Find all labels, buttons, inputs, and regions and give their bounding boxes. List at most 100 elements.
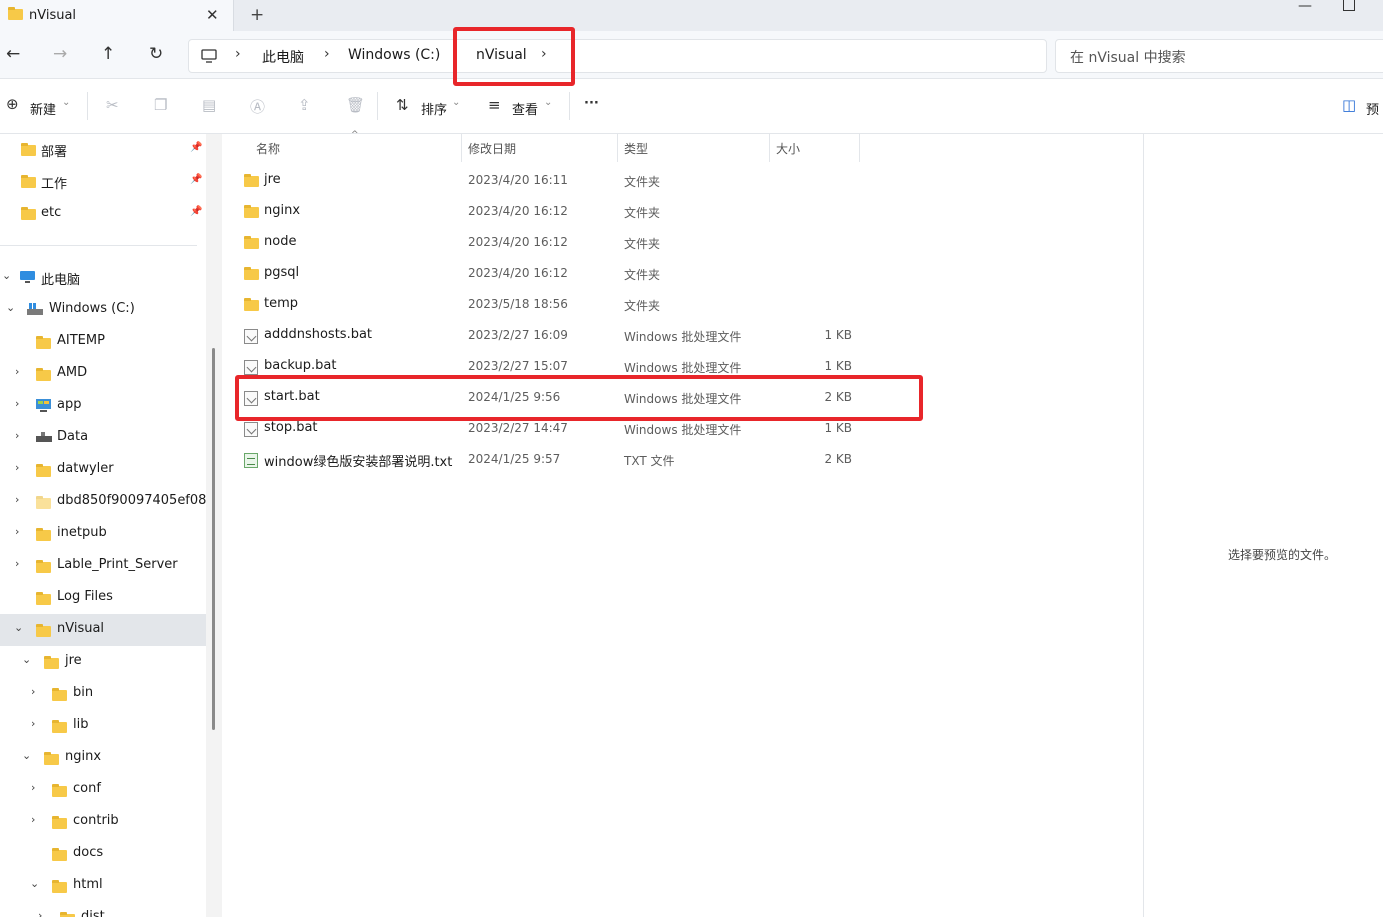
sidebar-item-nvisual[interactable]: ⌄ nVisual	[0, 614, 206, 646]
chevron-right-icon[interactable]: ›	[31, 717, 35, 730]
sidebar-item-inetpub[interactable]: › inetpub	[0, 518, 206, 550]
close-tab-icon[interactable]: ✕	[206, 6, 219, 24]
breadcrumb-separator: ›	[324, 46, 330, 62]
chevron-down-icon[interactable]: ⌄	[22, 653, 31, 666]
table-row[interactable]: stop.bat 2023/2/27 14:47 Windows 批处理文件 1…	[222, 413, 1142, 444]
delete-icon[interactable]: 🗑	[346, 96, 365, 114]
table-row[interactable]: nginx 2023/4/20 16:12 文件夹	[222, 196, 1142, 227]
sidebar-item-aitemp[interactable]: AITEMP	[0, 326, 206, 358]
chevron-right-icon[interactable]: ›	[15, 461, 19, 474]
chevron-down-icon[interactable]: ⌄	[6, 301, 15, 314]
sidebar-item-log-files[interactable]: Log Files	[0, 582, 206, 614]
sidebar-item-gongzuo[interactable]: 工作 📌	[0, 166, 206, 198]
table-row[interactable]: pgsql 2023/4/20 16:12 文件夹	[222, 258, 1142, 289]
address-bar[interactable]: › 此电脑 › Windows (C:) › nVisual ›	[188, 39, 1047, 73]
column-divider[interactable]	[859, 134, 860, 162]
new-tab-button[interactable]: +	[250, 5, 264, 25]
file-size: 1 KB	[824, 421, 852, 435]
navigation-pane: 部署 📌 工作 📌 etc 📌 ⌄ 此电脑 ⌄ Windows (C:) AIT…	[0, 134, 206, 917]
table-row[interactable]: backup.bat 2023/2/27 15:07 Windows 批处理文件…	[222, 351, 1142, 382]
breadcrumb-this-pc[interactable]: 此电脑	[262, 47, 304, 67]
forward-button[interactable]: →	[53, 44, 67, 64]
folder-icon	[21, 143, 36, 156]
sidebar-item-etc[interactable]: etc 📌	[0, 198, 206, 230]
tab-nvisual[interactable]: nVisual ✕	[0, 0, 234, 31]
chevron-right-icon[interactable]: ›	[31, 685, 35, 698]
sidebar-item-bin[interactable]: › bin	[0, 678, 206, 710]
view-button[interactable]: 查看	[512, 99, 538, 118]
breadcrumb-windows-c[interactable]: Windows (C:)	[348, 47, 440, 63]
chevron-right-icon[interactable]: ›	[15, 397, 19, 410]
chevron-right-icon[interactable]: ›	[15, 365, 19, 378]
table-row[interactable]: temp 2023/5/18 18:56 文件夹	[222, 289, 1142, 320]
refresh-button[interactable]: ↻	[149, 44, 163, 64]
table-row[interactable]: start.bat 2024/1/25 9:56 Windows 批处理文件 2…	[222, 382, 1142, 413]
cut-icon[interactable]: ✂	[106, 96, 119, 114]
sidebar-item-bushu[interactable]: 部署 📌	[0, 134, 206, 166]
chevron-down-icon[interactable]: ⌄	[22, 749, 31, 762]
folder-icon	[36, 368, 51, 381]
table-row[interactable]: jre 2023/4/20 16:11 文件夹	[222, 165, 1142, 196]
more-options-button[interactable]: ···	[584, 96, 599, 111]
sidebar-item-label: nVisual	[57, 621, 105, 636]
chevron-right-icon[interactable]: ›	[15, 525, 19, 538]
chevron-right-icon[interactable]: ›	[31, 781, 35, 794]
table-row[interactable]: node 2023/4/20 16:12 文件夹	[222, 227, 1142, 258]
chevron-right-icon[interactable]: ›	[31, 813, 35, 826]
file-modified: 2023/2/27 14:47	[468, 421, 568, 435]
sidebar-item-html[interactable]: ⌄ html	[0, 870, 206, 902]
chevron-right-icon[interactable]: ›	[15, 557, 19, 570]
preview-button[interactable]: 预	[1366, 99, 1379, 118]
sidebar-item-this-pc[interactable]: ⌄ 此电脑	[0, 262, 206, 294]
new-button[interactable]: 新建	[30, 99, 56, 118]
sidebar-item-amd[interactable]: › AMD	[0, 358, 206, 390]
column-name[interactable]: 名称	[256, 140, 280, 157]
chevron-down-icon[interactable]: ⌄	[2, 269, 11, 282]
up-button[interactable]: ↑	[101, 44, 115, 64]
sidebar-item-nginx[interactable]: ⌄ nginx	[0, 742, 206, 774]
column-divider[interactable]	[769, 134, 770, 162]
breadcrumb-nvisual[interactable]: nVisual	[476, 47, 527, 63]
folder-icon	[21, 207, 36, 220]
sidebar-item-label: docs	[73, 845, 104, 860]
column-modified[interactable]: 修改日期	[468, 140, 516, 157]
rename-icon[interactable]: Ⓐ	[250, 96, 265, 117]
sidebar-item-dist[interactable]: › dist	[0, 902, 206, 917]
table-row[interactable]: adddnshosts.bat 2023/2/27 16:09 Windows …	[222, 320, 1142, 351]
column-size[interactable]: 大小	[776, 140, 800, 157]
file-modified: 2023/4/20 16:12	[468, 235, 568, 249]
sidebar-item-windows-c[interactable]: ⌄ Windows (C:)	[0, 294, 206, 326]
copy-icon[interactable]: ❐	[154, 96, 167, 114]
sidebar-scrollbar[interactable]	[212, 348, 215, 730]
chevron-down-icon[interactable]: ⌄	[30, 877, 39, 890]
file-list-header: ^ 名称 修改日期 类型 大小	[222, 130, 1142, 162]
app-icon	[36, 399, 51, 412]
sidebar-item-jre[interactable]: ⌄ jre	[0, 646, 206, 678]
computer-icon	[20, 271, 35, 283]
paste-icon[interactable]: ▤	[202, 96, 216, 114]
search-input[interactable]: 在 nVisual 中搜索	[1055, 39, 1383, 73]
maximize-icon[interactable]	[1343, 0, 1355, 11]
sidebar-item-conf[interactable]: › conf	[0, 774, 206, 806]
column-divider[interactable]	[461, 134, 462, 162]
sidebar-item-label: dist	[81, 909, 105, 917]
sidebar-item-docs[interactable]: docs	[0, 838, 206, 870]
back-button[interactable]: ←	[6, 44, 20, 64]
sidebar-item-lable-print-server[interactable]: › Lable_Print_Server	[0, 550, 206, 582]
sidebar-item-app[interactable]: › app	[0, 390, 206, 422]
minimize-icon[interactable]: —	[1298, 0, 1312, 14]
column-type[interactable]: 类型	[624, 140, 648, 157]
chevron-right-icon[interactable]: ›	[15, 493, 19, 506]
chevron-right-icon[interactable]: ›	[15, 429, 19, 442]
sort-button[interactable]: 排序	[421, 99, 447, 118]
sidebar-item-lib[interactable]: › lib	[0, 710, 206, 742]
share-icon[interactable]: ⇪	[298, 96, 311, 114]
chevron-down-icon[interactable]: ⌄	[14, 621, 23, 634]
sidebar-item-dbd850[interactable]: › dbd850f90097405ef08372	[0, 486, 206, 518]
sidebar-item-contrib[interactable]: › contrib	[0, 806, 206, 838]
chevron-right-icon[interactable]: ›	[38, 909, 42, 917]
sidebar-item-data[interactable]: › Data	[0, 422, 206, 454]
column-divider[interactable]	[617, 134, 618, 162]
table-row[interactable]: window绿色版安装部署说明.txt 2024/1/25 9:57 TXT 文…	[222, 444, 1142, 475]
sidebar-item-datwyler[interactable]: › datwyler	[0, 454, 206, 486]
